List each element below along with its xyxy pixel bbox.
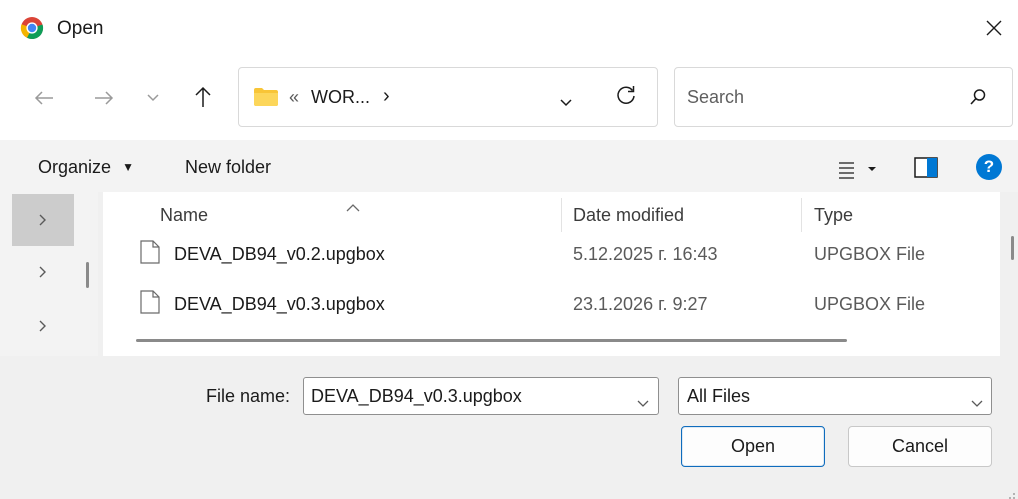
- new-folder-button[interactable]: New folder: [185, 157, 271, 178]
- up-button[interactable]: [188, 82, 218, 112]
- file-icon: [140, 240, 160, 269]
- file-type: UPGBOX File: [814, 294, 926, 314]
- sort-ascending-icon: [346, 196, 360, 217]
- arrow-right-icon: [95, 91, 114, 105]
- dropdown-arrow-icon: ▼: [122, 160, 134, 174]
- file-row[interactable]: DEVA_DB94_v0.3.upgbox 23.1.2026 г. 9:27 …: [140, 282, 1000, 326]
- refresh-button[interactable]: [615, 84, 637, 111]
- file-name-input[interactable]: DEVA_DB94_v0.3.upgbox: [311, 386, 522, 407]
- navigation-pane-scrollbar[interactable]: [86, 262, 89, 288]
- address-breadcrumb-separator[interactable]: ›: [383, 85, 390, 108]
- file-icon: [140, 290, 160, 319]
- column-divider[interactable]: [561, 198, 562, 232]
- recent-locations-button[interactable]: [142, 86, 164, 110]
- chevron-down-icon[interactable]: [637, 392, 649, 413]
- folder-icon: [253, 87, 279, 112]
- refresh-icon: [617, 86, 635, 104]
- organize-button[interactable]: Organize ▼: [38, 157, 134, 178]
- arrow-left-icon: [34, 91, 53, 105]
- chevron-right-icon: [39, 266, 46, 278]
- chevron-down-icon: [971, 392, 983, 413]
- organize-label: Organize: [38, 157, 112, 177]
- help-button[interactable]: ?: [976, 154, 1002, 180]
- close-icon: [986, 20, 1002, 36]
- chevron-down-icon: [560, 99, 572, 107]
- chrome-icon: [20, 16, 44, 40]
- column-header-name[interactable]: Name: [160, 205, 208, 226]
- arrow-up-icon: [195, 86, 211, 107]
- address-history-dropdown[interactable]: [559, 92, 573, 113]
- cancel-button[interactable]: Cancel: [848, 426, 992, 467]
- search-input[interactable]: [687, 82, 947, 112]
- search-icon[interactable]: [969, 88, 987, 111]
- change-view-button[interactable]: [838, 158, 888, 180]
- file-list-vertical-scrollbar[interactable]: [1011, 236, 1014, 260]
- column-divider[interactable]: [801, 198, 802, 232]
- file-type: UPGBOX File: [814, 244, 926, 264]
- file-name-label: File name:: [206, 386, 291, 406]
- file-date: 23.1.2026 г. 9:27: [573, 294, 708, 314]
- title-bar: [0, 0, 1018, 56]
- file-date: 5.12.2025 г. 16:43: [573, 244, 718, 264]
- forward-button[interactable]: [88, 84, 120, 112]
- address-breadcrumb-folder[interactable]: WOR...: [311, 87, 370, 108]
- close-button[interactable]: [972, 8, 1016, 48]
- search-box[interactable]: [674, 67, 1013, 127]
- file-row[interactable]: DEVA_DB94_v0.2.upgbox 5.12.2025 г. 16:43…: [140, 232, 1000, 276]
- file-type-value: All Files: [687, 385, 751, 406]
- column-header-type[interactable]: Type: [814, 205, 853, 226]
- resize-grip-icon[interactable]: [1004, 484, 1016, 499]
- chevron-right-icon: [39, 320, 46, 332]
- tree-expand-button[interactable]: [12, 246, 74, 298]
- list-view-icon: [839, 162, 876, 179]
- address-bar[interactable]: « WOR... ›: [238, 67, 658, 127]
- chevron-down-icon: [147, 94, 159, 102]
- tree-expand-button[interactable]: [12, 300, 74, 352]
- preview-pane-icon: [914, 157, 938, 178]
- file-name-combobox[interactable]: DEVA_DB94_v0.3.upgbox: [303, 377, 659, 415]
- address-overflow-chevron[interactable]: «: [289, 87, 299, 108]
- chevron-right-icon: [39, 214, 46, 226]
- preview-pane-button[interactable]: [914, 155, 940, 179]
- file-name: DEVA_DB94_v0.3.upgbox: [174, 294, 385, 314]
- open-button[interactable]: Open: [681, 426, 825, 467]
- file-name: DEVA_DB94_v0.2.upgbox: [174, 244, 385, 264]
- window-title: Open: [57, 18, 104, 39]
- file-type-select[interactable]: All Files: [678, 377, 992, 415]
- column-header-date[interactable]: Date modified: [573, 205, 684, 226]
- back-button[interactable]: [28, 84, 60, 112]
- horizontal-scroll-thumb[interactable]: [136, 339, 847, 342]
- tree-expand-button[interactable]: [12, 194, 74, 246]
